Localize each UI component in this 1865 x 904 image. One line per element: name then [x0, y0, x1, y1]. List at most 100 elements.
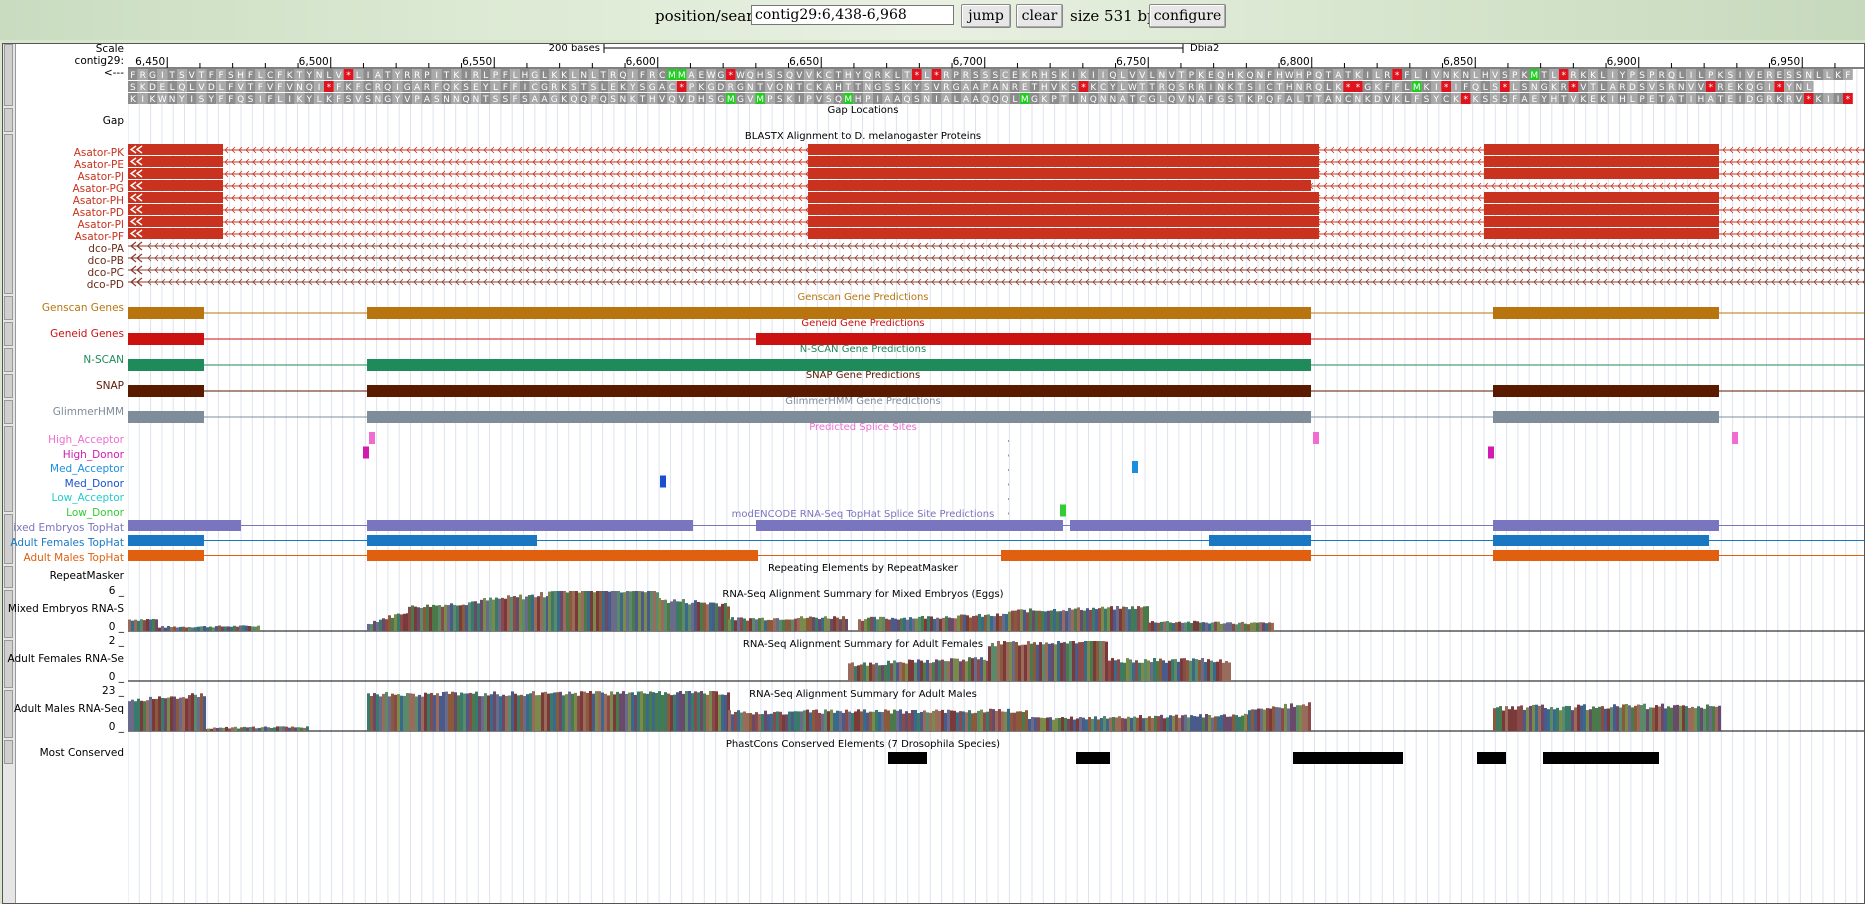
amino-acid-letter: V — [1747, 71, 1754, 81]
side-button-snap[interactable] — [4, 374, 13, 398]
amino-acid-letter: E — [473, 83, 479, 93]
coverage-bar — [447, 605, 450, 631]
side-button-geneid[interactable] — [4, 322, 13, 346]
gene-prediction-tracks[interactable] — [128, 307, 1865, 423]
side-button-splice[interactable] — [4, 426, 13, 512]
amino-acid-letter: L — [542, 71, 547, 81]
splice-sites-track[interactable] — [363, 432, 1738, 517]
coverage-bar — [900, 618, 903, 631]
amino-acid-letter: I — [1690, 95, 1693, 105]
side-button-ruler[interactable] — [4, 44, 13, 106]
coverage-bar — [1175, 622, 1178, 631]
coverage-bar — [1154, 622, 1157, 631]
coverage-bar — [203, 626, 206, 631]
coverage-bar — [454, 692, 457, 731]
amino-acid-letter: F — [1512, 95, 1517, 105]
blastx-track[interactable] — [128, 144, 1865, 287]
side-button-conserved[interactable] — [4, 740, 13, 764]
side-button-gap[interactable] — [4, 108, 13, 132]
amino-acid-letter: A — [973, 95, 980, 105]
side-button-blastx[interactable] — [4, 134, 13, 294]
amino-acid-letter: Y — [306, 71, 313, 81]
amino-acid-letter: M — [844, 95, 852, 105]
amino-acid-letter: E — [1727, 83, 1733, 93]
coverage-bar — [1041, 611, 1044, 631]
tophat-exon — [1070, 520, 1311, 531]
coverage-bar — [379, 619, 382, 631]
side-button-genscan[interactable] — [4, 296, 13, 320]
configure-button[interactable]: configure — [1149, 4, 1226, 28]
amino-acid-letter: S — [894, 83, 900, 93]
clear-button[interactable]: clear — [1016, 4, 1063, 28]
tophat-exon — [1001, 550, 1311, 561]
blastx-exon — [128, 216, 223, 227]
splice-site-dot — [1008, 440, 1009, 442]
amino-acid-letter: T — [1589, 83, 1596, 93]
coverage-bar — [860, 664, 863, 681]
coverage-bar — [1090, 641, 1093, 681]
coverage-bar — [466, 693, 469, 731]
coverage-bar — [370, 624, 373, 631]
blastx-exon — [1484, 156, 1719, 167]
coverage-bar — [234, 726, 237, 731]
amino-acid-letter: F — [1395, 83, 1400, 93]
side-button-glimmer[interactable] — [4, 400, 13, 424]
jump-button[interactable]: jump — [961, 4, 1011, 28]
amino-acid-letter: C — [1345, 95, 1351, 105]
coverage-bar — [981, 616, 984, 631]
side-button-rna-males[interactable] — [4, 690, 13, 738]
coverage-bar — [1032, 610, 1035, 631]
amino-acid-letter: T — [1305, 95, 1312, 105]
coverage-bar — [872, 664, 875, 681]
coverage-bar — [902, 662, 905, 681]
amino-acid-letter: E — [1649, 95, 1655, 105]
scale-ruler: 200 bases Dbia2 6,450 6,500 6,550 6,600 6,65… — [128, 44, 1864, 69]
coverage-bar — [697, 601, 700, 631]
coverage-bar — [971, 658, 974, 681]
coverage-bar — [1047, 610, 1050, 631]
coverage-bar — [965, 661, 968, 681]
rna-males-track-title: RNA-Seq Alignment Summary for Adult Male… — [749, 689, 977, 700]
coverage-bar — [906, 619, 909, 631]
coverage-bar — [626, 591, 629, 631]
coverage-bar — [1062, 610, 1065, 631]
coverage-bar — [1143, 606, 1146, 631]
glimmer-exon — [128, 411, 204, 423]
coverage-bar — [888, 619, 891, 631]
side-button-nscan[interactable] — [4, 348, 13, 372]
tophat-exon — [1493, 550, 1719, 561]
amino-acid-letter: R — [1306, 83, 1312, 93]
tophat-exon — [128, 520, 241, 531]
amino-acid-letter: F — [277, 83, 282, 93]
coverage-bar — [629, 591, 632, 631]
blastx-row-label: Asator-PH — [72, 195, 124, 207]
coverage-bar — [845, 618, 848, 631]
amino-acid-letter: H — [1286, 83, 1293, 93]
coverage-bar — [1183, 658, 1186, 681]
splice-site-mark — [363, 446, 369, 459]
coverage-bar — [1178, 621, 1181, 631]
amino-acid-letter: R — [1766, 95, 1772, 105]
rna-seq-coverage-tracks[interactable] — [128, 591, 1865, 732]
amino-acid-letter: A — [826, 83, 833, 93]
side-button-repeat[interactable] — [4, 566, 13, 588]
track-image[interactable]: 200 bases Dbia2 6,450 6,500 6,550 6,600 6,65… — [128, 44, 1865, 904]
coverage-bar — [884, 664, 887, 681]
coverage-bar — [1199, 622, 1202, 631]
amino-acid-letter: P — [865, 95, 871, 105]
amino-acid-letter: F — [1404, 71, 1409, 81]
amino-acid-letter: A — [884, 95, 891, 105]
coverage-bar — [987, 614, 990, 631]
amino-acid-letter: E — [1022, 83, 1028, 93]
rna-females-track-title: RNA-Seq Alignment Summary for Adult Fema… — [743, 639, 983, 650]
position-search-input[interactable] — [751, 5, 954, 25]
amino-acid-letter: * — [1395, 71, 1400, 81]
coverage-bar — [462, 604, 465, 631]
coverage-bar — [200, 626, 203, 631]
amino-acid-letter: C — [669, 83, 675, 93]
coverage-bar — [731, 617, 734, 631]
amino-acid-letter: P — [424, 71, 430, 81]
tophat-track[interactable] — [128, 520, 1865, 561]
coverage-bar — [143, 620, 146, 631]
amino-acid-letter: N — [1335, 95, 1342, 105]
